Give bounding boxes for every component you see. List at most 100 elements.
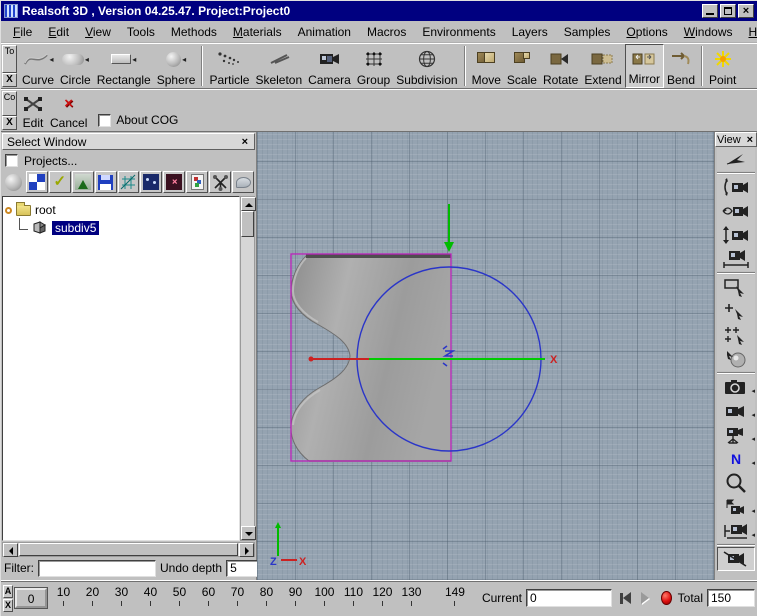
sphere-select-icon[interactable] xyxy=(3,171,25,193)
timeline-tick[interactable]: 50 xyxy=(165,585,194,606)
timeline-tick[interactable]: 90 xyxy=(281,585,310,606)
multi-point-cursor-button[interactable] xyxy=(717,323,755,347)
camera-tilt-button[interactable] xyxy=(717,175,755,199)
camera-rail-button[interactable]: ◂ xyxy=(717,519,755,543)
dropdown-arrow-icon[interactable]: ◂ xyxy=(50,55,54,64)
tree-vertical-scrollbar[interactable] xyxy=(240,196,256,541)
star-light-icon[interactable]: + xyxy=(163,171,186,193)
maximize-button[interactable] xyxy=(720,4,736,18)
timeline-tick[interactable]: 40 xyxy=(136,585,165,606)
timeline-tick[interactable]: 60 xyxy=(194,585,223,606)
menu-edit[interactable]: Edit xyxy=(40,23,77,41)
menu-options[interactable]: Options xyxy=(618,23,675,41)
current-frame-input[interactable] xyxy=(525,589,612,607)
dropdown-arrow-icon[interactable]: ◂ xyxy=(85,55,89,64)
skip-to-start-button[interactable] xyxy=(619,592,649,604)
scale-tool-button[interactable]: Scale xyxy=(504,44,540,88)
scroll-left-button[interactable] xyxy=(3,543,18,557)
dropdown-arrow-icon[interactable]: ◂ xyxy=(751,435,755,443)
camera-track-button[interactable] xyxy=(717,247,755,271)
record-button[interactable] xyxy=(660,591,672,605)
projects-checkbox[interactable] xyxy=(5,154,18,167)
dropdown-arrow-icon[interactable]: ◂ xyxy=(182,55,186,64)
camera-tripod-button[interactable]: ◂ xyxy=(717,423,755,447)
view-direction-button[interactable] xyxy=(717,147,755,171)
object-tree[interactable]: root subdiv5 xyxy=(2,196,240,541)
menu-file[interactable]: File xyxy=(5,23,40,41)
checker-material-icon[interactable] xyxy=(25,171,48,193)
scroll-right-button[interactable] xyxy=(239,543,254,557)
timeline-tick[interactable]: 110 xyxy=(339,585,368,606)
toolbar-tools-tab[interactable]: To xyxy=(2,45,17,73)
menu-macros[interactable]: Macros xyxy=(359,23,414,41)
scroll-thumb[interactable] xyxy=(241,211,254,237)
minimize-button[interactable] xyxy=(702,4,718,18)
sphere-drag-button[interactable] xyxy=(717,347,755,371)
group-tool-button[interactable]: Group xyxy=(354,44,393,88)
camera-disabled-button[interactable] xyxy=(717,547,755,571)
sphere-tool-button[interactable]: ◂ Sphere xyxy=(154,44,199,88)
dropdown-arrow-icon[interactable]: ◂ xyxy=(751,531,755,539)
photo-camera-button[interactable]: ◂ xyxy=(717,375,755,399)
circle-tool-button[interactable]: ◂ Circle xyxy=(57,44,94,88)
skeleton-node-icon[interactable] xyxy=(209,171,232,193)
normal-view-button[interactable]: N ◂ xyxy=(717,447,755,471)
timeline-tick[interactable]: 100 xyxy=(310,585,339,606)
timeline-close-button[interactable]: X xyxy=(3,598,14,612)
environment-tree-icon[interactable] xyxy=(71,171,94,193)
tree-item-root[interactable]: root xyxy=(5,201,237,219)
scroll-down-button[interactable] xyxy=(241,526,256,540)
skeleton-tool-button[interactable]: Skeleton xyxy=(252,44,305,88)
curve-tool-button[interactable]: ◂ Curve xyxy=(19,44,57,88)
video-camera-button[interactable]: ◂ xyxy=(717,399,755,423)
save-floppy-icon[interactable] xyxy=(94,171,117,193)
menu-animation[interactable]: Animation xyxy=(290,23,359,41)
play-icon[interactable] xyxy=(640,592,649,604)
view-panel-close-icon[interactable]: × xyxy=(745,134,755,146)
edit-button[interactable]: Edit xyxy=(19,90,47,131)
menu-environments[interactable]: Environments xyxy=(414,23,503,41)
scroll-thumb[interactable] xyxy=(19,543,238,556)
menu-methods[interactable]: Methods xyxy=(163,23,225,41)
timeline-tick[interactable]: 20 xyxy=(78,585,107,606)
add-point-cursor-button[interactable] xyxy=(717,299,755,323)
toolbar-controls-close-button[interactable]: X xyxy=(2,116,17,130)
paste-clipboard-icon[interactable] xyxy=(186,171,209,193)
menu-tools[interactable]: Tools xyxy=(119,23,163,41)
extend-tool-button[interactable]: Extend xyxy=(581,44,624,88)
dropdown-arrow-icon[interactable]: ◂ xyxy=(132,55,136,64)
tree-item-subdiv5[interactable]: subdiv5 xyxy=(19,218,237,237)
zoom-box-cursor-button[interactable] xyxy=(717,275,755,299)
check-accept-icon[interactable]: ✓ xyxy=(48,171,71,193)
lasso-icon[interactable] xyxy=(232,171,254,193)
zoom-magnifier-button[interactable] xyxy=(717,471,755,495)
timeline-tick[interactable]: 120 xyxy=(368,585,397,606)
cancel-button[interactable]: × Cancel xyxy=(47,90,90,131)
timeline-tick[interactable]: 30 xyxy=(107,585,136,606)
viewport-3d[interactable]: X Z X xyxy=(257,132,715,580)
move-tool-button[interactable]: Move xyxy=(469,44,504,88)
camera-tool-button[interactable]: Camera xyxy=(305,44,354,88)
rectangle-tool-button[interactable]: ◂ Rectangle xyxy=(94,44,154,88)
timeline-tick[interactable]: 10 xyxy=(49,585,78,606)
camera-orbit-button[interactable] xyxy=(717,199,755,223)
timeline-tick[interactable]: 70 xyxy=(223,585,252,606)
bend-tool-button[interactable]: Bend xyxy=(664,44,698,88)
select-window-header[interactable]: Select Window × xyxy=(2,133,255,150)
subdivision-tool-button[interactable]: Subdivision xyxy=(393,44,460,88)
timeline-ruler[interactable]: 10 20 30 40 50 60 70 80 90 100 110 120 130 149 xyxy=(49,585,472,611)
camera-flag-button[interactable]: ◂ xyxy=(717,495,755,519)
rotate-tool-button[interactable]: Rotate xyxy=(540,44,581,88)
dropdown-arrow-icon[interactable]: ◂ xyxy=(751,459,755,467)
dropdown-arrow-icon[interactable]: ◂ xyxy=(751,411,755,419)
menu-windows[interactable]: Windows xyxy=(676,23,741,41)
menu-samples[interactable]: Samples xyxy=(556,23,619,41)
camera-raise-button[interactable] xyxy=(717,223,755,247)
select-window-close-icon[interactable]: × xyxy=(240,136,250,148)
timeline-frame-handle[interactable]: 0 xyxy=(15,588,47,608)
toolbar-controls-tab[interactable]: Co xyxy=(2,91,17,116)
night-scene-icon[interactable] xyxy=(140,171,163,193)
title-bar[interactable]: Realsoft 3D , Version 04.25.47. Project:… xyxy=(1,1,757,21)
point-tool-button[interactable]: Point xyxy=(706,44,739,88)
timeline-tick[interactable]: 149 xyxy=(438,585,472,606)
